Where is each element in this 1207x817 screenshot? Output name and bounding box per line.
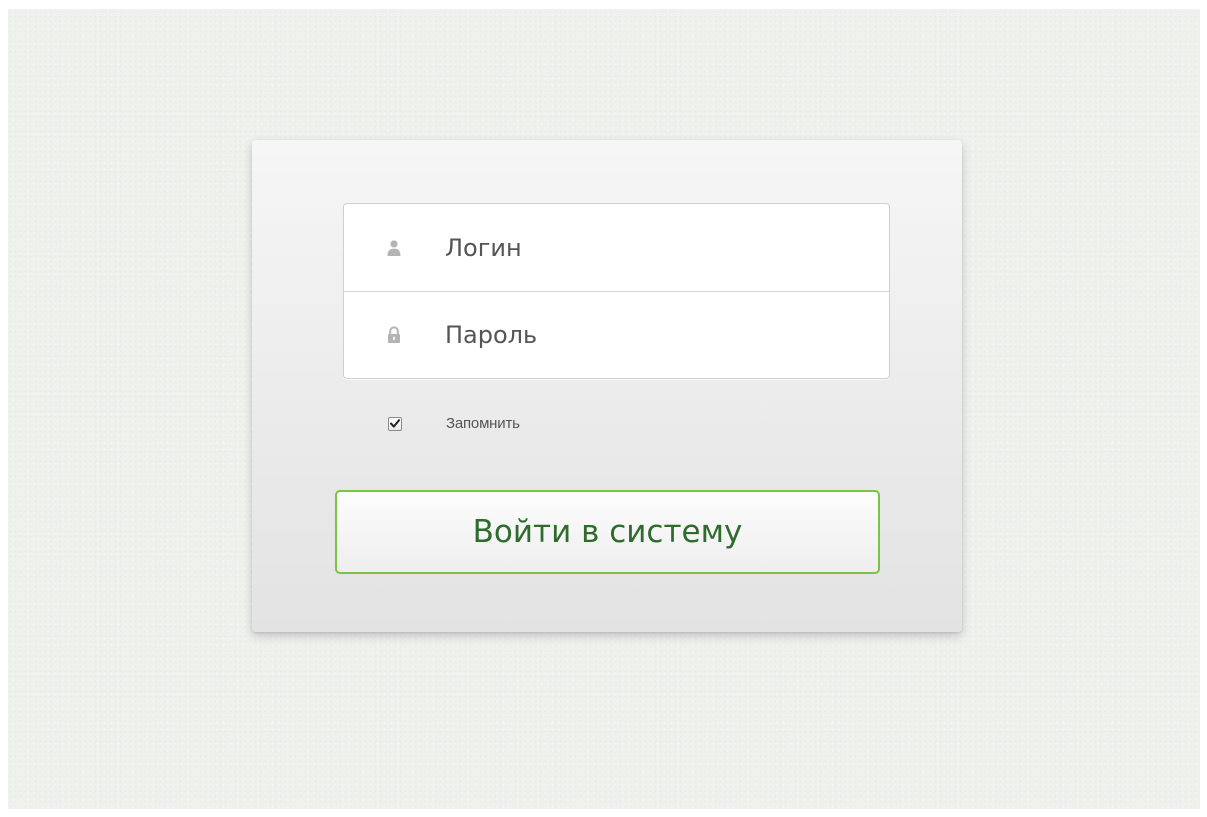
username-input[interactable] (445, 204, 865, 291)
credentials-group (343, 203, 890, 379)
user-icon (386, 239, 402, 257)
login-button[interactable]: Войти в систему (335, 490, 880, 574)
remember-checkbox[interactable] (388, 416, 402, 431)
page-background: Запомнить Войти в систему (8, 9, 1200, 809)
login-card: Запомнить Войти в систему (252, 140, 962, 632)
password-input[interactable] (445, 292, 865, 378)
username-row (344, 204, 889, 291)
remember-label: Запомнить (446, 415, 520, 432)
checkmark-icon (390, 419, 400, 428)
password-row (344, 291, 889, 378)
lock-icon (386, 326, 402, 344)
remember-me: Запомнить (388, 415, 520, 432)
